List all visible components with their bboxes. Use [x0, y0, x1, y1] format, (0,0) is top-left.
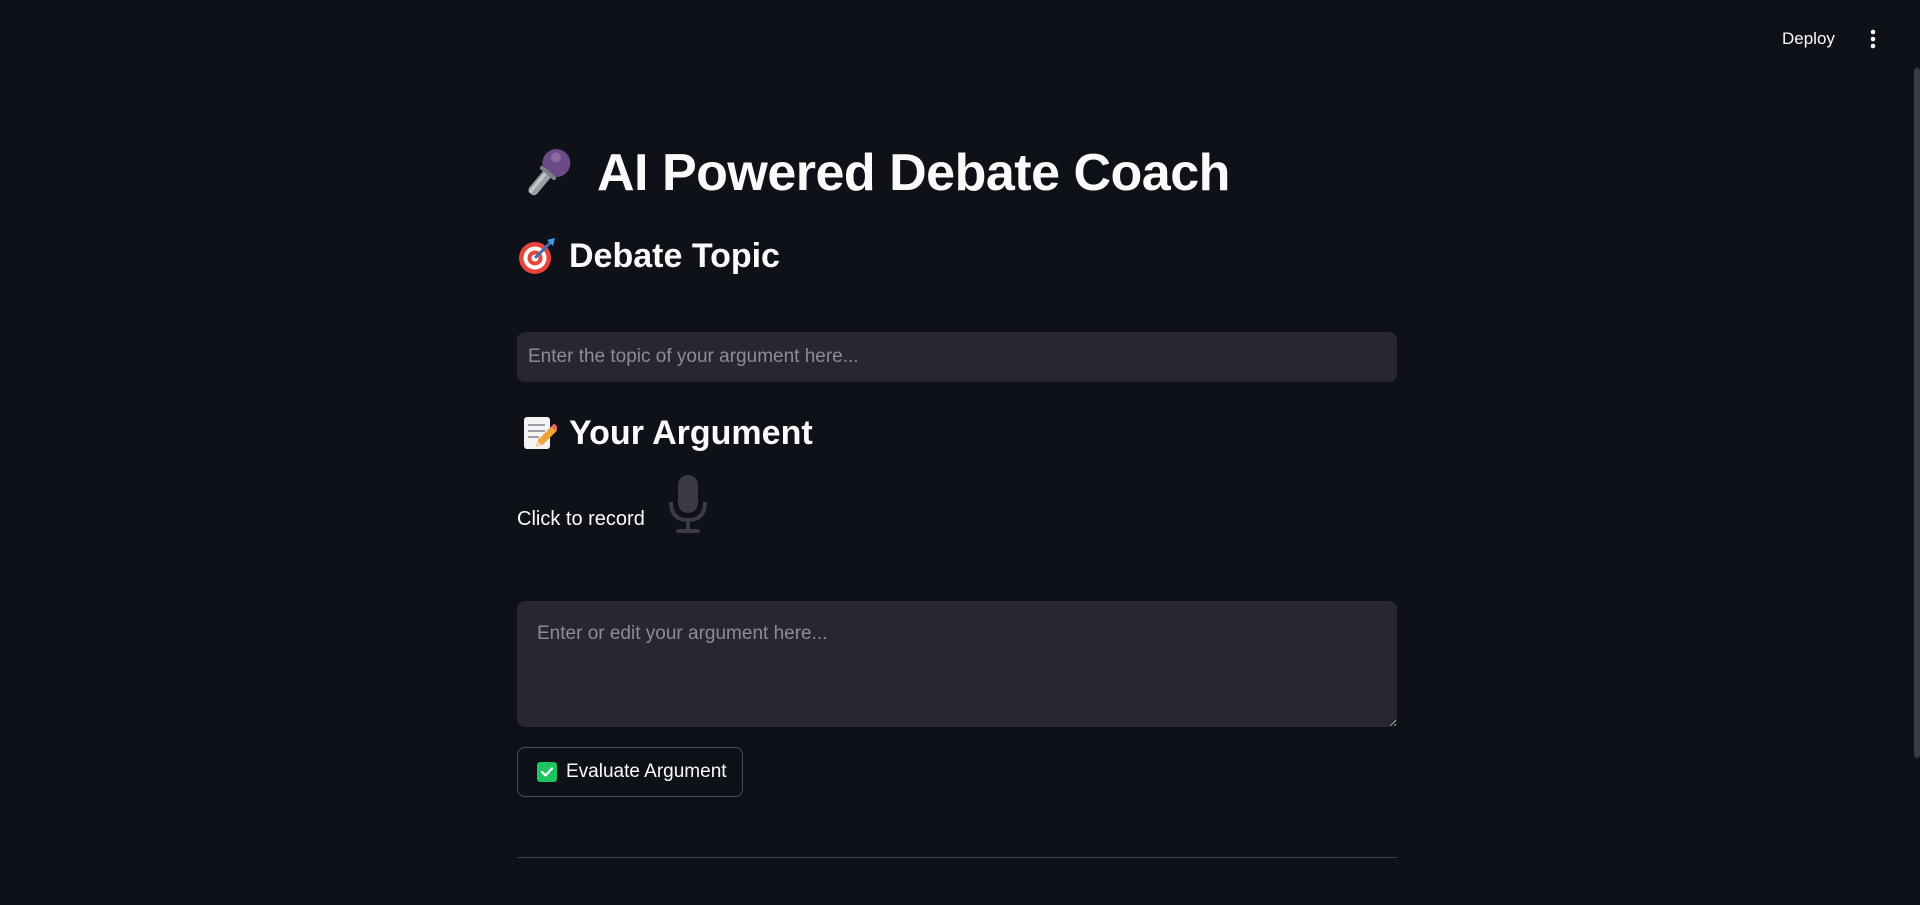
microphone-icon: [528, 149, 571, 196]
debate-topic-heading-text: Debate Topic: [569, 236, 780, 275]
record-button[interactable]: [663, 472, 713, 538]
divider: [517, 857, 1397, 858]
page-title: AI Powered Debate Coach: [517, 138, 1230, 208]
record-label: Click to record: [517, 507, 645, 530]
debate-topic-input[interactable]: [517, 332, 1397, 382]
voice-recorder: Click to record: [517, 472, 713, 538]
deploy-button[interactable]: Deploy: [1770, 22, 1847, 56]
microphone-icon: [668, 475, 707, 533]
argument-textarea[interactable]: [517, 601, 1397, 727]
page-title-text: AI Powered Debate Coach: [597, 144, 1230, 202]
debate-topic-heading: Debate Topic: [517, 236, 780, 276]
check-mark-icon: [537, 762, 557, 782]
main-menu-button[interactable]: [1858, 22, 1888, 56]
evaluate-argument-button[interactable]: Evaluate Argument: [517, 747, 743, 797]
your-argument-heading: Your Argument: [517, 413, 813, 453]
vertical-ellipsis-icon: [1870, 29, 1876, 49]
app-header: Deploy: [0, 0, 1920, 78]
page-scrollbar[interactable]: [1914, 68, 1920, 758]
memo-icon: [524, 417, 557, 449]
evaluate-argument-label: Evaluate Argument: [566, 761, 727, 782]
your-argument-heading-text: Your Argument: [569, 413, 813, 452]
target-icon: [519, 238, 555, 274]
